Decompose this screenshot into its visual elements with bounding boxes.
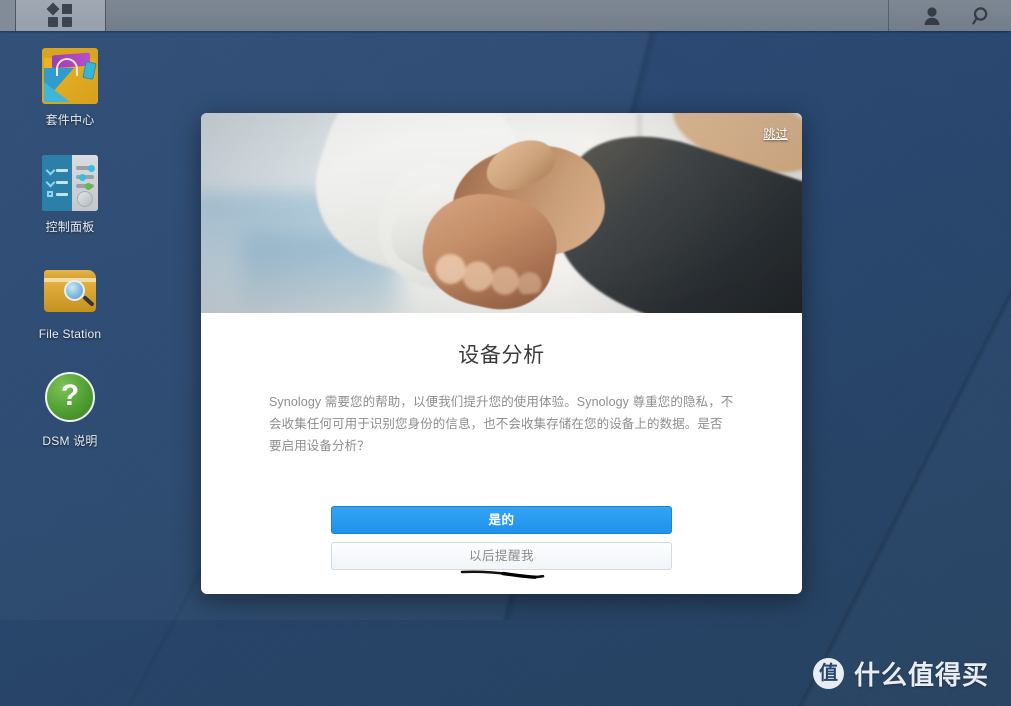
taskbar-tray: [888, 0, 1011, 31]
user-menu-button[interactable]: [917, 0, 947, 31]
device-analytics-dialog: 跳过 设备分析 Synology 需要您的帮助，以便我们提升您的使用体验。Syn…: [201, 113, 802, 594]
handshake-photo: 跳过: [201, 113, 802, 313]
package-center-icon: [42, 48, 98, 104]
taskbar: [0, 0, 1011, 31]
main-menu-button[interactable]: [16, 0, 105, 31]
photo-vignette: [201, 113, 802, 313]
desktop-screen: 套件中心 控制面板 File Station ? DSM 说明 跳过 设备分析 …: [0, 0, 1011, 706]
dialog-actions: 是的 以后提醒我: [201, 506, 802, 570]
search-button[interactable]: [967, 0, 997, 31]
file-station-icon: [42, 262, 98, 318]
accept-button[interactable]: 是的: [331, 506, 672, 534]
taskbar-spacer: [106, 0, 888, 31]
dsm-help-icon: ?: [42, 369, 98, 425]
watermark-logo-icon: 值: [812, 658, 844, 689]
dialog-description: Synology 需要您的帮助，以便我们提升您的使用体验。Synology 尊重…: [269, 395, 734, 453]
watermark-text: 什么值得买: [853, 660, 989, 690]
desktop-icon-label: 套件中心: [45, 113, 95, 127]
desktop-icon-label: File Station: [38, 327, 102, 341]
desktop-icon-label: DSM 说明: [42, 434, 98, 448]
control-panel-icon: [42, 155, 98, 211]
taskbar-left-gap: [0, 0, 15, 31]
app-grid-icon: [45, 1, 74, 28]
user-icon: [923, 6, 941, 26]
desktop-icon-package-center[interactable]: 套件中心: [20, 48, 120, 127]
remind-later-button[interactable]: 以后提醒我: [331, 542, 672, 570]
dialog-body: 设备分析 Synology 需要您的帮助，以便我们提升您的使用体验。Synolo…: [201, 313, 802, 457]
search-icon: [972, 6, 992, 26]
desktop-icon-control-panel[interactable]: 控制面板: [20, 155, 120, 234]
desktop-icon-file-station[interactable]: File Station: [20, 262, 120, 341]
skip-link[interactable]: 跳过: [763, 125, 788, 142]
watermark: 值 什么值得买: [812, 655, 989, 692]
taskbar-tray-separator: [888, 0, 889, 31]
desktop-icon-list: 套件中心 控制面板 File Station ? DSM 说明: [20, 48, 120, 476]
desktop-icon-dsm-help[interactable]: ? DSM 说明: [20, 369, 120, 448]
dialog-title: 设备分析: [458, 344, 545, 367]
desktop-icon-label: 控制面板: [45, 220, 95, 234]
